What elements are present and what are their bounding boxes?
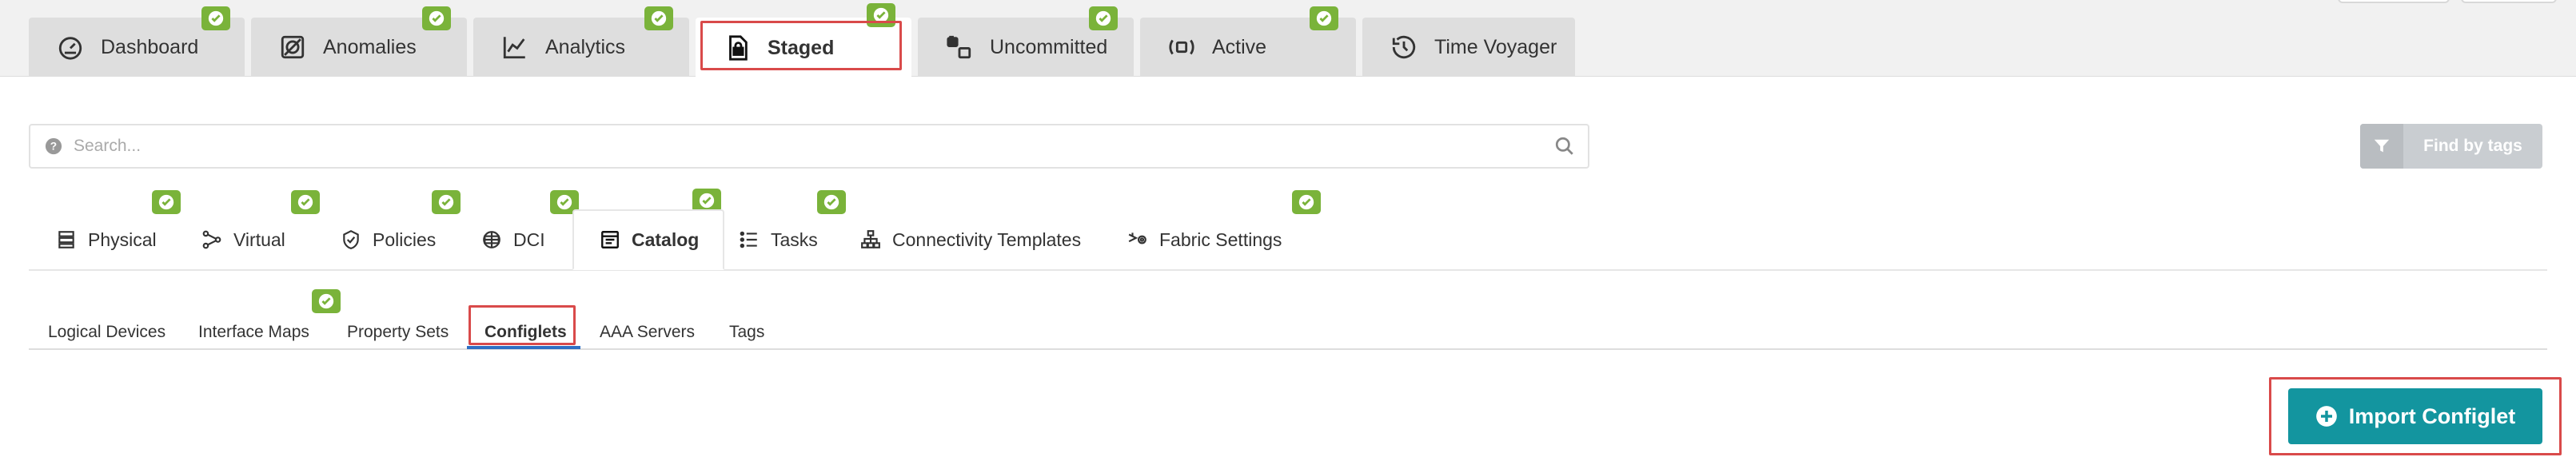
tab-label: Connectivity Templates bbox=[892, 229, 1082, 250]
help-icon: ? bbox=[45, 137, 62, 155]
tab-label: Active bbox=[1212, 35, 1267, 58]
fabric-settings-icon bbox=[1126, 228, 1150, 252]
line-chart-icon bbox=[500, 33, 529, 62]
status-check-icon bbox=[644, 6, 673, 30]
active-tab-underline bbox=[467, 346, 580, 349]
top-tab-bar: Dashboard Anomalies Analytics Staged Unc… bbox=[0, 0, 2576, 78]
status-check-icon bbox=[1310, 6, 1338, 30]
status-check-icon bbox=[867, 3, 895, 27]
svg-text:?: ? bbox=[50, 141, 57, 153]
uncommitted-icon bbox=[945, 33, 974, 62]
search-icon[interactable] bbox=[1554, 136, 1575, 157]
active-broadcast-icon bbox=[1167, 33, 1196, 62]
virtual-network-icon bbox=[200, 228, 224, 252]
status-check-icon bbox=[312, 289, 341, 313]
history-icon bbox=[1390, 33, 1418, 62]
task-list-icon bbox=[737, 228, 761, 252]
search-input[interactable] bbox=[74, 137, 1554, 156]
status-check-icon bbox=[291, 190, 320, 214]
filter-icon bbox=[2360, 124, 2403, 169]
status-check-icon bbox=[817, 190, 846, 214]
tab-label: Policies bbox=[373, 229, 437, 250]
status-check-icon bbox=[201, 6, 230, 30]
tab-label: Staged bbox=[768, 36, 835, 59]
status-check-icon bbox=[1292, 190, 1321, 214]
tab-label: Virtual bbox=[233, 229, 285, 250]
top-right-control[interactable] bbox=[2461, 0, 2557, 3]
tab-tags[interactable]: Tags bbox=[729, 316, 764, 348]
top-right-control[interactable] bbox=[2338, 0, 2450, 3]
anomaly-icon bbox=[278, 33, 307, 62]
tab-logical-devices[interactable]: Logical Devices bbox=[48, 316, 165, 348]
tab-label: Tasks bbox=[771, 229, 818, 250]
tab-label: Analytics bbox=[545, 35, 626, 58]
tab-time-voyager[interactable]: Time Voyager bbox=[1362, 18, 1575, 77]
tab-catalog[interactable]: Catalog bbox=[572, 209, 725, 270]
find-by-tags-label: Find by tags bbox=[2423, 137, 2522, 155]
tab-physical[interactable]: Physical bbox=[54, 209, 157, 270]
catalog-icon bbox=[598, 228, 622, 252]
gauge-icon bbox=[56, 33, 85, 62]
shield-check-icon bbox=[339, 228, 363, 252]
import-configlet-label: Import Configlet bbox=[2348, 403, 2516, 428]
tab-label: Uncommitted bbox=[990, 35, 1108, 58]
search-bar[interactable]: ? bbox=[29, 124, 1589, 169]
tab-connectivity-templates[interactable]: Connectivity Templates bbox=[859, 209, 1081, 270]
tab-label: Physical bbox=[88, 229, 157, 250]
dci-icon bbox=[480, 228, 504, 252]
tab-label: DCI bbox=[513, 229, 545, 250]
tab-policies[interactable]: Policies bbox=[339, 209, 436, 270]
status-check-icon bbox=[422, 6, 451, 30]
tab-tasks[interactable]: Tasks bbox=[737, 209, 818, 270]
tab-label: Time Voyager bbox=[1434, 35, 1557, 58]
tab-property-sets[interactable]: Property Sets bbox=[347, 316, 449, 348]
locked-document-icon bbox=[723, 34, 752, 62]
tab-label: Fabric Settings bbox=[1159, 229, 1282, 250]
tab-label: Catalog bbox=[632, 229, 700, 250]
tab-interface-maps[interactable]: Interface Maps bbox=[198, 316, 309, 348]
find-by-tags-button[interactable]: Find by tags bbox=[2360, 124, 2542, 169]
tab-configlets[interactable]: Configlets bbox=[484, 316, 567, 348]
tab-label: Dashboard bbox=[101, 35, 199, 58]
status-check-icon bbox=[1089, 6, 1118, 30]
plus-circle-icon bbox=[2315, 406, 2337, 427]
tab-label: Anomalies bbox=[323, 35, 417, 58]
catalog-tabs-divider bbox=[29, 348, 2547, 350]
rack-icon bbox=[54, 228, 78, 252]
status-check-icon bbox=[432, 190, 461, 214]
import-configlet-button[interactable]: Import Configlet bbox=[2288, 388, 2542, 444]
hierarchy-icon bbox=[859, 228, 883, 252]
tab-aaa-servers[interactable]: AAA Servers bbox=[600, 316, 695, 348]
tab-virtual[interactable]: Virtual bbox=[200, 209, 285, 270]
tab-dci[interactable]: DCI bbox=[480, 209, 545, 270]
tab-fabric-settings[interactable]: Fabric Settings bbox=[1126, 209, 1282, 270]
